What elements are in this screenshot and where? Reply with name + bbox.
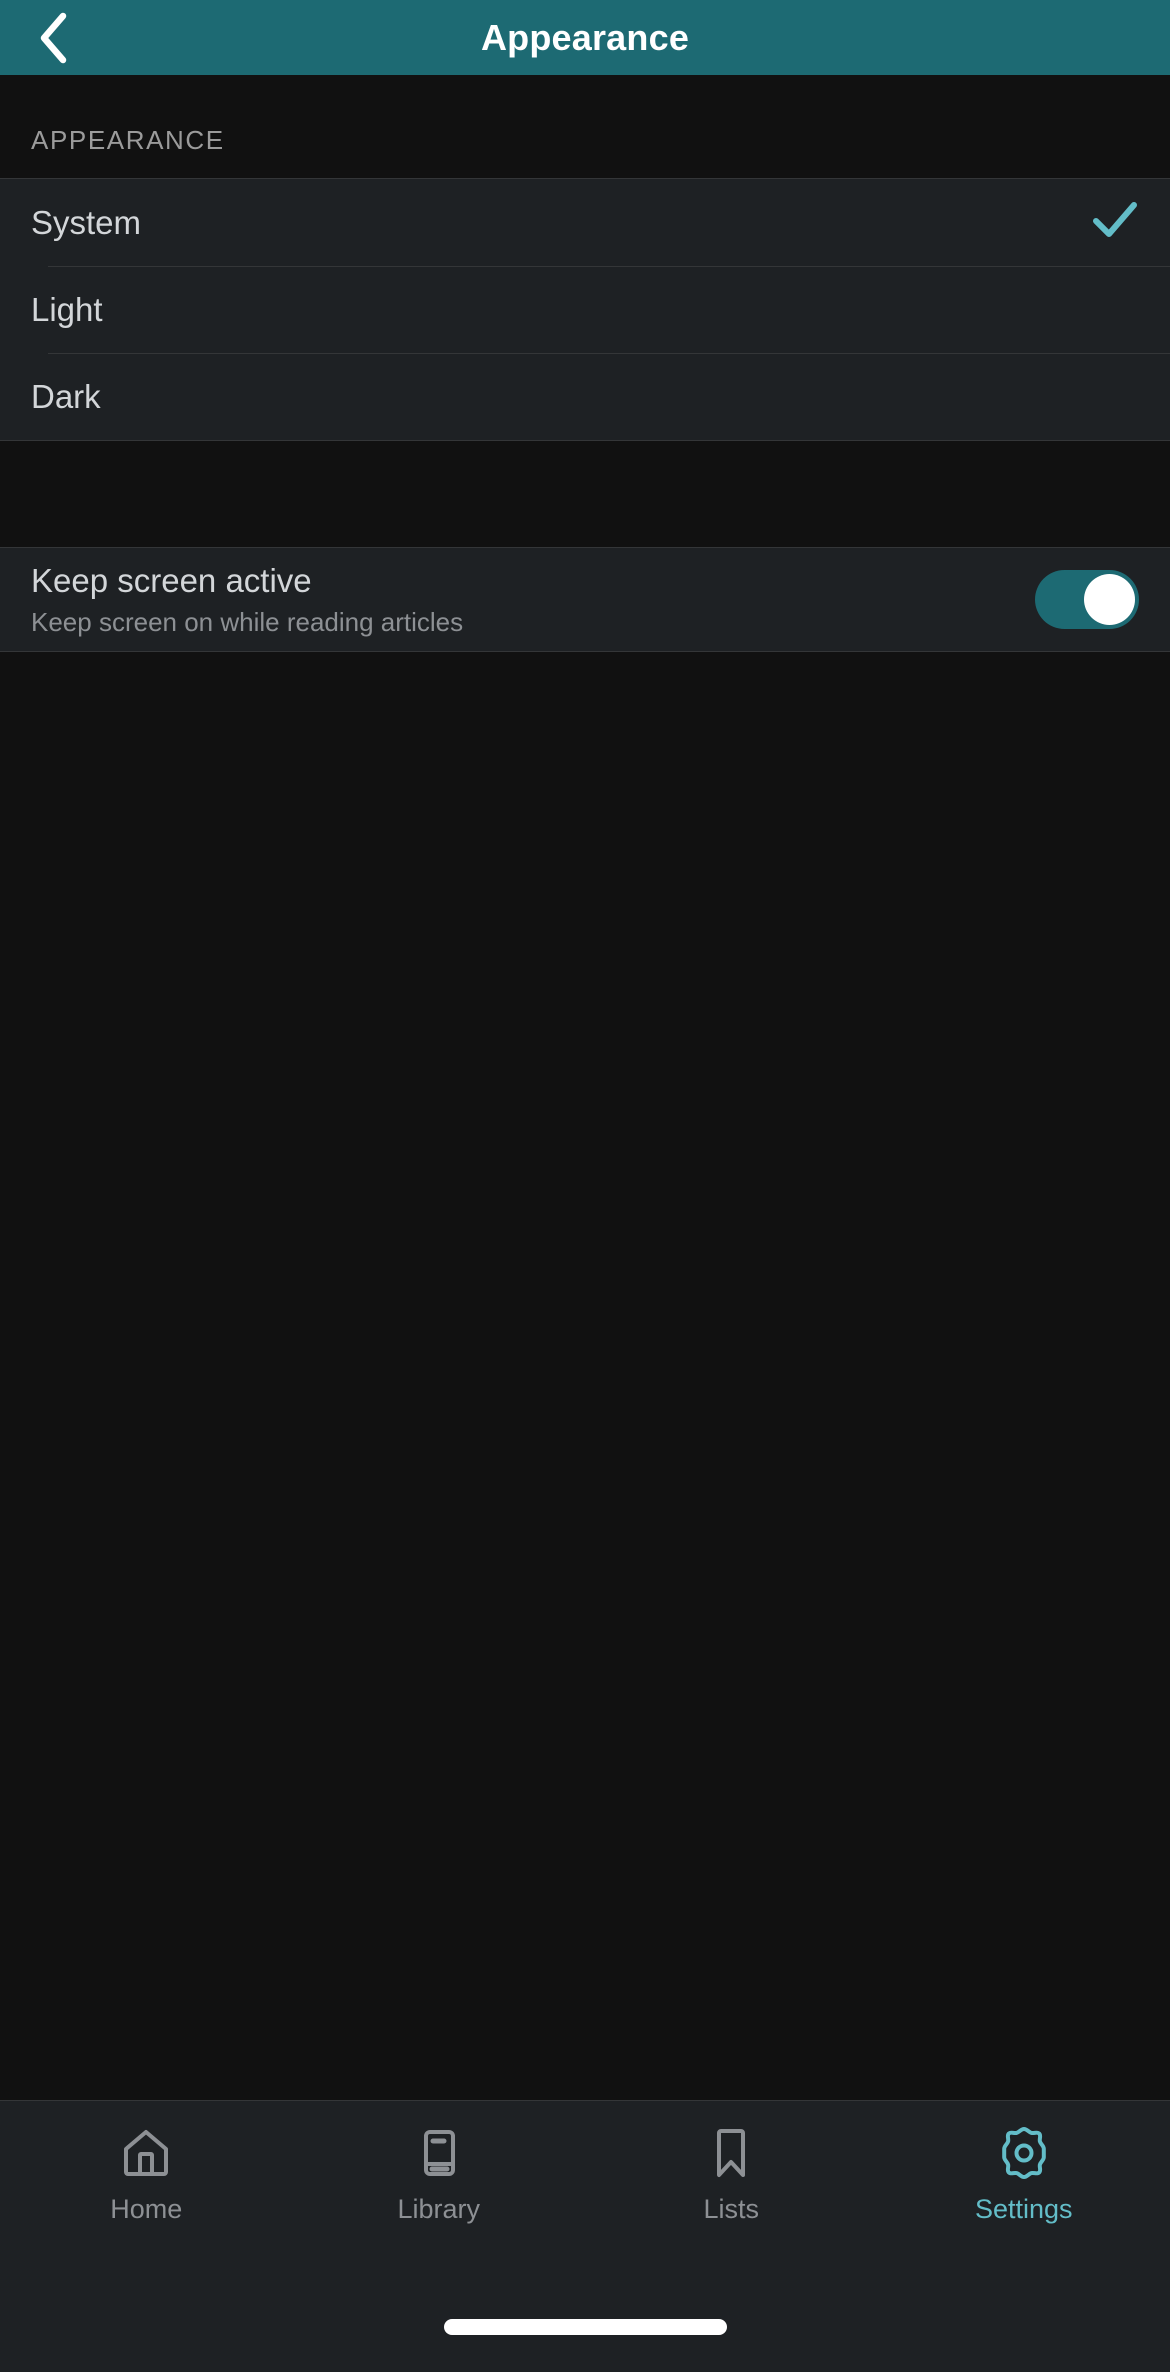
home-icon bbox=[120, 2125, 172, 2181]
keep-screen-active-subtitle: Keep screen on while reading articles bbox=[31, 606, 464, 637]
nav-item-library[interactable]: Library bbox=[293, 2125, 586, 2225]
bottom-navigation: Home Library Lists Settings bbox=[0, 2100, 1170, 2282]
book-icon bbox=[413, 2125, 465, 2181]
section-header-label: APPEARANCE bbox=[31, 125, 225, 155]
back-button[interactable] bbox=[18, 0, 88, 75]
option-label: Light bbox=[31, 290, 103, 328]
nav-label-settings: Settings bbox=[974, 2194, 1073, 2224]
app-header: Appearance bbox=[0, 0, 1170, 75]
settings-content: APPEARANCE System Light Dark Keep screen… bbox=[0, 75, 1170, 2100]
nav-label-lists: Lists bbox=[703, 2194, 760, 2224]
home-indicator[interactable] bbox=[443, 2319, 727, 2335]
keep-screen-active-title: Keep screen active bbox=[31, 561, 312, 599]
bookmark-icon bbox=[705, 2125, 757, 2181]
appearance-options-group: System Light Dark bbox=[0, 178, 1170, 441]
home-indicator-area bbox=[0, 2282, 1170, 2372]
appearance-option-light[interactable]: Light bbox=[0, 266, 1170, 353]
keep-screen-active-toggle[interactable] bbox=[1035, 570, 1139, 629]
page-title: Appearance bbox=[480, 16, 690, 58]
nav-label-home: Home bbox=[110, 2194, 183, 2224]
nav-item-settings[interactable]: Settings bbox=[878, 2125, 1170, 2225]
empty-area bbox=[0, 652, 1170, 2100]
nav-item-lists[interactable]: Lists bbox=[585, 2125, 878, 2225]
gear-icon bbox=[997, 2125, 1051, 2181]
option-label: System bbox=[31, 203, 142, 241]
option-label: Dark bbox=[31, 377, 101, 415]
keep-screen-active-texts: Keep screen active Keep screen on while … bbox=[31, 562, 1035, 638]
section-header-appearance: APPEARANCE bbox=[0, 75, 1170, 178]
section-spacer bbox=[0, 441, 1170, 548]
nav-label-library: Library bbox=[397, 2194, 481, 2224]
nav-item-home[interactable]: Home bbox=[0, 2125, 293, 2225]
check-icon bbox=[1091, 200, 1139, 245]
appearance-option-dark[interactable]: Dark bbox=[0, 353, 1170, 440]
chevron-left-icon bbox=[36, 11, 70, 65]
keep-screen-active-row[interactable]: Keep screen active Keep screen on while … bbox=[0, 548, 1170, 652]
appearance-option-system[interactable]: System bbox=[0, 179, 1170, 266]
toggle-knob bbox=[1084, 574, 1135, 625]
app-screen: Appearance APPEARANCE System Light Dark bbox=[0, 0, 1170, 2372]
